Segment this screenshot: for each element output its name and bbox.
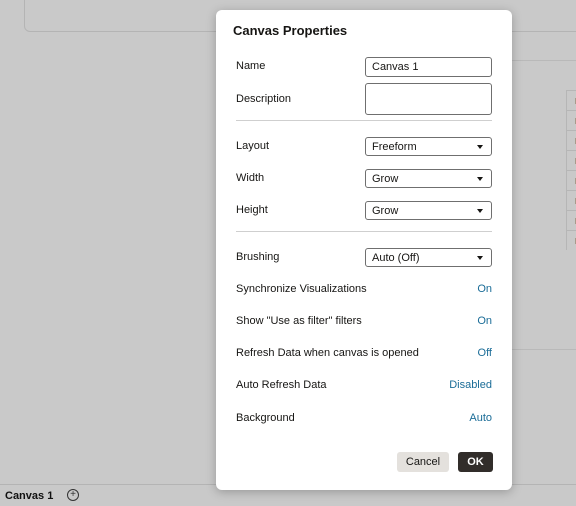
width-select[interactable]: Grow bbox=[365, 169, 492, 188]
refresh-open-toggle-link[interactable]: Off bbox=[478, 347, 492, 359]
background-label: Background bbox=[236, 412, 295, 424]
description-label: Description bbox=[236, 93, 292, 105]
background-table-cell bbox=[566, 130, 576, 150]
sync-label: Synchronize Visualizations bbox=[236, 283, 367, 295]
sync-toggle-link[interactable]: On bbox=[477, 283, 492, 295]
canvas-tab[interactable]: Canvas 1 bbox=[5, 490, 53, 502]
width-select-value: Grow bbox=[372, 173, 399, 185]
layout-select[interactable]: Freeform bbox=[365, 137, 492, 156]
background-table-cell bbox=[566, 230, 576, 250]
filters-toggle-link[interactable]: On bbox=[477, 315, 492, 327]
height-select-value: Grow bbox=[372, 205, 399, 217]
canvas-properties-dialog: Canvas Properties Name Description Layou… bbox=[216, 10, 512, 490]
filters-label: Show "Use as filter" filters bbox=[236, 315, 362, 327]
layout-label: Layout bbox=[236, 140, 270, 152]
height-select[interactable]: Grow bbox=[365, 201, 492, 220]
auto-refresh-link[interactable]: Disabled bbox=[449, 379, 492, 391]
height-label: Height bbox=[236, 204, 268, 216]
brushing-select-value: Auto (Off) bbox=[372, 252, 420, 264]
auto-refresh-label: Auto Refresh Data bbox=[236, 379, 327, 391]
chevron-down-icon bbox=[477, 209, 483, 213]
background-table-cell bbox=[566, 110, 576, 130]
name-input[interactable] bbox=[365, 57, 492, 77]
chevron-down-icon bbox=[477, 256, 483, 260]
background-table-cell bbox=[566, 90, 576, 110]
background-table-cell bbox=[566, 150, 576, 170]
name-label: Name bbox=[236, 60, 266, 72]
background-table-cell bbox=[566, 170, 576, 190]
width-label: Width bbox=[236, 172, 265, 184]
chevron-down-icon bbox=[477, 145, 483, 149]
description-textarea[interactable] bbox=[365, 83, 492, 115]
chevron-down-icon bbox=[477, 177, 483, 181]
layout-select-value: Freeform bbox=[372, 141, 417, 153]
dialog-title: Canvas Properties bbox=[233, 23, 348, 38]
background-table bbox=[566, 90, 576, 250]
cancel-button[interactable]: Cancel bbox=[397, 452, 449, 472]
divider bbox=[236, 231, 492, 232]
ok-button[interactable]: OK bbox=[458, 452, 493, 472]
brushing-label: Brushing bbox=[236, 251, 280, 263]
plus-circle-icon[interactable]: + bbox=[67, 489, 79, 501]
background-table-cell bbox=[566, 190, 576, 210]
background-table-cell bbox=[566, 210, 576, 230]
brushing-select[interactable]: Auto (Off) bbox=[365, 248, 492, 267]
background-link[interactable]: Auto bbox=[469, 412, 492, 424]
divider bbox=[236, 120, 492, 121]
refresh-open-label: Refresh Data when canvas is opened bbox=[236, 347, 419, 359]
